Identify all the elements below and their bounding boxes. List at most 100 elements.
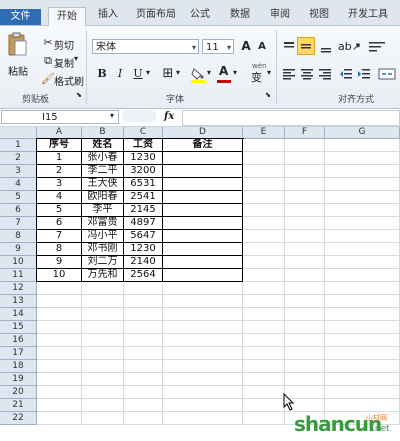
cell-g1[interactable] — [325, 139, 400, 152]
cell-b22[interactable] — [82, 412, 124, 425]
row-header-2[interactable]: 2 — [0, 152, 37, 165]
column-header-a[interactable]: A — [37, 127, 82, 139]
row-header-11[interactable]: 11 — [0, 269, 37, 282]
cell-g12[interactable] — [325, 282, 400, 295]
cell-d19[interactable] — [163, 373, 243, 386]
cell-a19[interactable] — [37, 373, 82, 386]
cell-a17[interactable] — [37, 347, 82, 360]
cell-f9[interactable] — [285, 243, 325, 256]
cell-d16[interactable] — [163, 334, 243, 347]
wrap-text-icon[interactable] — [368, 39, 385, 55]
row-header-22[interactable]: 22 — [0, 412, 37, 425]
column-header-f[interactable]: F — [285, 127, 325, 139]
cell-a2[interactable]: 1 — [37, 152, 82, 165]
cell-b20[interactable] — [82, 386, 124, 399]
dialog-launcher-icon[interactable]: ⬊ — [265, 91, 271, 99]
cell-a13[interactable] — [37, 295, 82, 308]
cell-e8[interactable] — [243, 230, 285, 243]
italic-button[interactable]: I — [112, 66, 128, 82]
cell-a1[interactable]: 序号 — [37, 139, 82, 152]
cell-f17[interactable] — [285, 347, 325, 360]
cell-e19[interactable] — [243, 373, 285, 386]
cell-d20[interactable] — [163, 386, 243, 399]
cell-f5[interactable] — [285, 191, 325, 204]
cell-f3[interactable] — [285, 165, 325, 178]
font-name-select[interactable]: 宋体 ▾ — [92, 39, 199, 54]
align-bottom-icon[interactable] — [318, 39, 334, 55]
cell-g7[interactable] — [325, 217, 400, 230]
row-header-13[interactable]: 13 — [0, 295, 37, 308]
column-header-g[interactable]: G — [325, 127, 400, 139]
cell-g11[interactable] — [325, 269, 400, 282]
cell-a12[interactable] — [37, 282, 82, 295]
cell-e20[interactable] — [243, 386, 285, 399]
cell-b13[interactable] — [82, 295, 124, 308]
chevron-down-icon[interactable]: ▾ — [110, 111, 114, 120]
orientation-icon[interactable]: ab↗ — [338, 39, 361, 55]
row-header-20[interactable]: 20 — [0, 386, 37, 399]
cell-c19[interactable] — [124, 373, 163, 386]
cell-a16[interactable] — [37, 334, 82, 347]
cell-e21[interactable] — [243, 399, 285, 412]
increase-indent-icon[interactable] — [356, 67, 372, 83]
cell-b19[interactable] — [82, 373, 124, 386]
cell-g5[interactable] — [325, 191, 400, 204]
tab-formulas[interactable]: 公式 — [185, 6, 215, 25]
cell-b15[interactable] — [82, 321, 124, 334]
row-header-1[interactable]: 1 — [0, 139, 37, 152]
cell-a5[interactable]: 4 — [37, 191, 82, 204]
bold-button[interactable]: B — [94, 66, 110, 82]
cell-f1[interactable] — [285, 139, 325, 152]
cell-f7[interactable] — [285, 217, 325, 230]
paste-button[interactable] — [6, 32, 28, 58]
underline-button[interactable]: U — [130, 66, 146, 82]
cell-c21[interactable] — [124, 399, 163, 412]
paste-label[interactable]: 粘贴 — [8, 63, 28, 78]
cell-b1[interactable]: 姓名 — [82, 139, 124, 152]
cell-d22[interactable] — [163, 412, 243, 425]
cell-g14[interactable] — [325, 308, 400, 321]
cell-d4[interactable] — [163, 178, 243, 191]
cell-e22[interactable] — [243, 412, 285, 425]
cell-e10[interactable] — [243, 256, 285, 269]
row-header-19[interactable]: 19 — [0, 373, 37, 386]
cell-b7[interactable]: 邓富贵 — [82, 217, 124, 230]
cell-b16[interactable] — [82, 334, 124, 347]
copy-button[interactable]: 复制 — [54, 55, 74, 70]
cell-c11[interactable]: 2564 — [124, 269, 163, 282]
cell-e1[interactable] — [243, 139, 285, 152]
tab-insert[interactable]: 插入 — [90, 6, 126, 25]
cell-b2[interactable]: 张小春 — [82, 152, 124, 165]
cell-f14[interactable] — [285, 308, 325, 321]
row-header-9[interactable]: 9 — [0, 243, 37, 256]
cell-c10[interactable]: 2140 — [124, 256, 163, 269]
row-header-3[interactable]: 3 — [0, 165, 37, 178]
cell-f12[interactable] — [285, 282, 325, 295]
row-header-21[interactable]: 21 — [0, 399, 37, 412]
tab-view[interactable]: 视图 — [304, 6, 334, 25]
cell-b10[interactable]: 刘二万 — [82, 256, 124, 269]
cell-e4[interactable] — [243, 178, 285, 191]
cell-c14[interactable] — [124, 308, 163, 321]
cell-d10[interactable] — [163, 256, 243, 269]
cell-g15[interactable] — [325, 321, 400, 334]
cell-c15[interactable] — [124, 321, 163, 334]
row-header-5[interactable]: 5 — [0, 191, 37, 204]
chevron-down-icon[interactable]: ▾ — [176, 68, 180, 77]
cell-f11[interactable] — [285, 269, 325, 282]
align-center-icon[interactable] — [299, 67, 315, 83]
cell-b3[interactable]: 李二平 — [82, 165, 124, 178]
tab-data[interactable]: 数据 — [225, 6, 255, 25]
font-size-select[interactable]: 11 ▾ — [202, 39, 234, 54]
cell-c8[interactable]: 5647 — [124, 230, 163, 243]
cell-g13[interactable] — [325, 295, 400, 308]
cell-d21[interactable] — [163, 399, 243, 412]
cell-e16[interactable] — [243, 334, 285, 347]
cell-d8[interactable] — [163, 230, 243, 243]
cell-d7[interactable] — [163, 217, 243, 230]
cell-a21[interactable] — [37, 399, 82, 412]
cell-a10[interactable]: 9 — [37, 256, 82, 269]
cell-e11[interactable] — [243, 269, 285, 282]
fx-button[interactable]: fx — [120, 110, 180, 124]
cell-g6[interactable] — [325, 204, 400, 217]
